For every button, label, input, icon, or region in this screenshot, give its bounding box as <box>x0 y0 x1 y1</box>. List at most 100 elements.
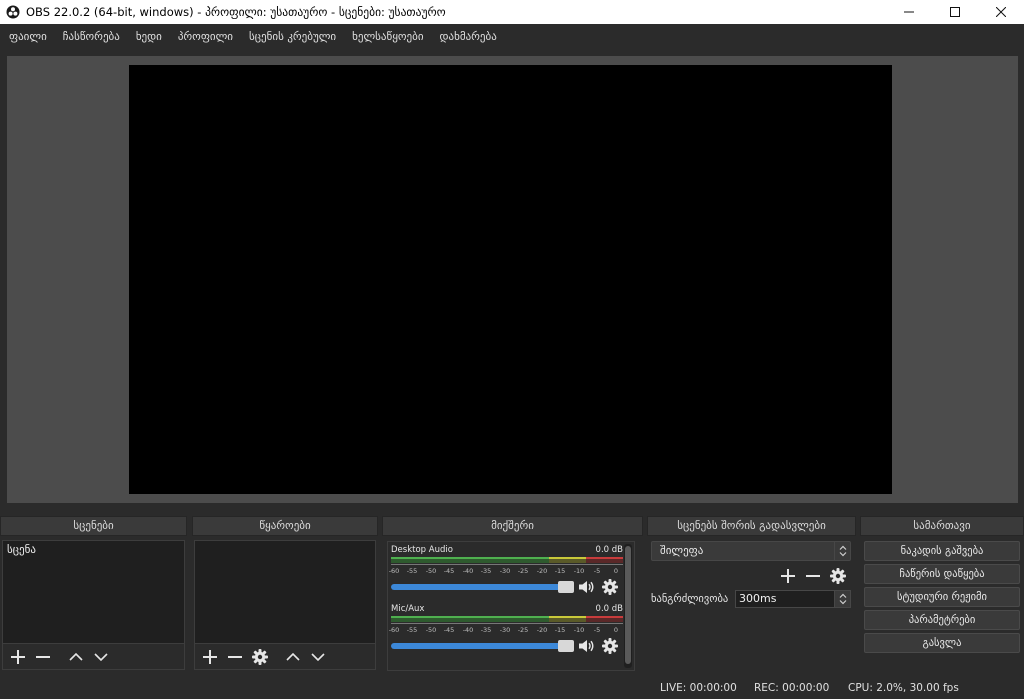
transition-select[interactable]: შილეფა <box>651 541 851 561</box>
scenes-dock-title: სცენები <box>0 516 187 536</box>
scenes-list[interactable]: სცენა <box>2 540 185 644</box>
cpu-fps-readout: CPU: 2.0%, 30.00 fps <box>848 682 959 694</box>
remove-transition-button[interactable] <box>802 565 824 587</box>
mixer-dock: მიქშერი Desktop Audio 0.0 dB -60 -55 -50… <box>382 516 643 671</box>
mute-button[interactable] <box>577 577 597 597</box>
duration-label: ხანგრძლივობა <box>651 593 729 605</box>
meter-tick: -60 <box>388 567 400 575</box>
window-title: OBS 22.0.2 (64-bit, windows) - პროფილი: … <box>26 5 446 19</box>
channel-name: Mic/Aux <box>391 604 425 614</box>
transition-select-value: შილეფა <box>660 544 704 557</box>
meter-scale: -60 -55 -50 -45 -40 -35 -30 -25 -20 -15 … <box>389 623 623 634</box>
channel-level: 0.0 dB <box>595 545 623 555</box>
move-source-up-button[interactable] <box>282 646 304 668</box>
meter-tick: -25 <box>517 626 529 634</box>
maximize-button[interactable] <box>932 0 978 24</box>
obs-logo-icon <box>6 5 20 19</box>
exit-button[interactable]: გასვლა <box>864 633 1020 653</box>
minimize-button[interactable] <box>886 0 932 24</box>
add-scene-button[interactable] <box>7 646 29 668</box>
menu-view[interactable]: ხედი <box>128 26 170 48</box>
start-streaming-button[interactable]: ნაკადის გაშვება <box>864 541 1020 561</box>
meter-tick: -50 <box>425 626 437 634</box>
speaker-icon <box>579 640 594 652</box>
status-bar: LIVE: 00:00:00 REC: 00:00:00 CPU: 2.0%, … <box>0 677 1024 699</box>
menu-scene-collection[interactable]: სცენის კრებული <box>241 26 344 48</box>
plus-icon <box>11 649 25 664</box>
meter-tick: -35 <box>480 626 492 634</box>
settings-button[interactable]: პარამეტრები <box>864 610 1020 630</box>
studio-mode-button[interactable]: სტუდიური რეჟიმი <box>864 587 1020 607</box>
scenes-toolbar <box>2 644 185 670</box>
chevron-up-icon <box>69 652 83 661</box>
scrollbar-thumb[interactable] <box>625 546 631 664</box>
volume-slider-handle[interactable] <box>558 640 574 652</box>
list-item[interactable]: სცენა <box>3 541 184 559</box>
live-timer: LIVE: 00:00:00 <box>660 682 737 694</box>
meter-tick: 0 <box>613 626 619 634</box>
move-scene-down-button[interactable] <box>90 646 112 668</box>
sources-list[interactable] <box>194 540 376 644</box>
gear-icon <box>602 579 618 595</box>
move-scene-up-button[interactable] <box>65 646 87 668</box>
remove-source-button[interactable] <box>224 646 246 668</box>
transition-toolbar <box>777 565 852 587</box>
controls-dock-title: სამართავი <box>860 516 1024 536</box>
meter-tick: -30 <box>499 567 511 575</box>
sources-dock: წყაროები <box>192 516 378 671</box>
meter-tick: -35 <box>480 567 492 575</box>
close-button[interactable] <box>978 0 1024 24</box>
speaker-icon <box>579 581 594 593</box>
gear-icon <box>830 568 846 584</box>
volume-slider-handle[interactable] <box>558 581 574 593</box>
menu-file[interactable]: ფაილი <box>1 26 55 48</box>
transitions-dock: სცენებს შორის გადასვლები შილეფა ხანგრძლი… <box>647 516 856 671</box>
meter-tick: -15 <box>554 626 566 634</box>
preview-area <box>7 56 1018 503</box>
meter-tick: -55 <box>406 626 418 634</box>
meter-tick: -45 <box>443 567 455 575</box>
remove-scene-button[interactable] <box>32 646 54 668</box>
preview-canvas[interactable] <box>129 65 892 494</box>
title-bar: OBS 22.0.2 (64-bit, windows) - პროფილი: … <box>0 0 1024 24</box>
meter-tick: -45 <box>443 626 455 634</box>
mixer-scrollbar[interactable] <box>624 544 632 668</box>
source-properties-button[interactable] <box>249 646 271 668</box>
gear-icon <box>252 648 268 665</box>
close-icon <box>996 7 1006 17</box>
meter-tick: -10 <box>573 567 585 575</box>
menu-tools[interactable]: ხელსაწყოები <box>344 26 431 48</box>
menu-help[interactable]: დახმარება <box>432 26 505 48</box>
minimize-icon <box>904 11 914 13</box>
volume-meter <box>391 557 623 563</box>
sources-dock-title: წყაროები <box>192 516 378 536</box>
add-transition-button[interactable] <box>777 565 799 587</box>
duration-spinbox[interactable]: 300ms <box>735 590 851 608</box>
chevron-up-icon <box>286 652 300 661</box>
mute-button[interactable] <box>577 636 597 656</box>
chevron-down-icon <box>311 652 325 661</box>
add-source-button[interactable] <box>199 646 221 668</box>
move-source-down-button[interactable] <box>307 646 329 668</box>
minus-icon <box>806 575 820 577</box>
volume-slider[interactable] <box>391 640 574 652</box>
minus-icon <box>228 655 242 658</box>
audio-settings-button[interactable] <box>600 577 620 597</box>
start-recording-button[interactable]: ჩაწერის დაწყება <box>864 564 1020 584</box>
updown-arrows-icon[interactable] <box>834 591 850 607</box>
duration-value: 300ms <box>739 592 777 605</box>
meter-tick: -20 <box>536 626 548 634</box>
maximize-icon <box>950 7 960 17</box>
meter-tick: -15 <box>554 567 566 575</box>
transition-properties-button[interactable] <box>827 565 849 587</box>
updown-arrows-icon <box>834 542 850 560</box>
meter-tick: -25 <box>517 567 529 575</box>
gear-icon <box>602 638 618 654</box>
menu-profile[interactable]: პროფილი <box>170 26 241 48</box>
audio-settings-button[interactable] <box>600 636 620 656</box>
transitions-dock-title: სცენებს შორის გადასვლები <box>647 516 856 536</box>
plus-icon <box>781 569 795 583</box>
volume-slider[interactable] <box>391 581 574 593</box>
menu-edit[interactable]: ჩასწორება <box>55 26 128 48</box>
menu-bar: ფაილი ჩასწორება ხედი პროფილი სცენის კრებ… <box>0 24 1024 50</box>
